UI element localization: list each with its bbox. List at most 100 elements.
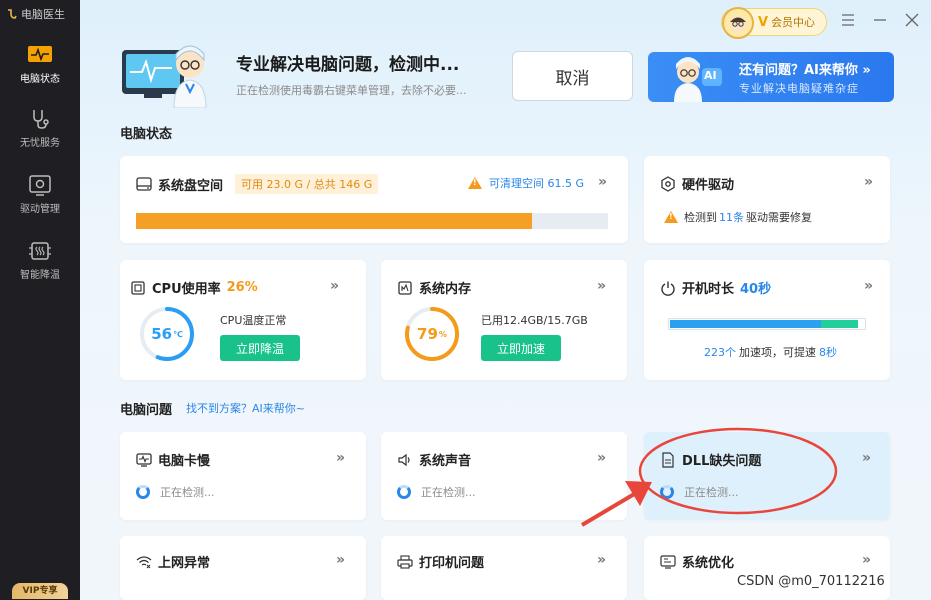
checking-status: 正在检测...	[136, 484, 215, 500]
disk-title: 系统盘空间	[158, 178, 224, 194]
memory-used: 已用12.4GB/15.7GB	[481, 314, 588, 327]
disk-icon	[136, 176, 152, 192]
hardware-desc: 检测到 11条 驱动需要修复	[664, 209, 812, 225]
loading-spinner-icon	[660, 485, 674, 499]
memory-percent-unit: %	[438, 329, 447, 339]
cpu-temp-number: 56	[151, 325, 173, 343]
problem-card-dll[interactable]: DLL缺失问题 » 正在检测...	[644, 432, 890, 520]
close-icon[interactable]	[902, 10, 922, 30]
problem-card-header: DLL缺失问题	[660, 450, 761, 469]
disk-card[interactable]: 系统盘空间 可用 23.0 G / 总共 146 G 可清理空间 61.5 G …	[120, 156, 628, 243]
problem-card-optimize[interactable]: 系统优化 »	[644, 536, 890, 600]
chevron-right-icon[interactable]: »	[862, 450, 871, 466]
sidebar-item-driver[interactable]: 驱动管理	[0, 174, 80, 215]
disk-usage-fill	[136, 213, 533, 229]
memory-card[interactable]: 系统内存 » 79% 已用12.4GB/15.7GB 立即加速	[381, 260, 627, 380]
disk-available-badge: 可用 23.0 G / 总共 146 G	[235, 174, 379, 194]
memory-card-header: 系统内存	[397, 278, 471, 297]
pulse-monitor-icon	[27, 44, 53, 66]
disk-cleanable[interactable]: 可清理空间 61.5 G	[468, 175, 584, 191]
cooling-chip-icon	[27, 240, 53, 262]
loading-spinner-icon	[397, 485, 411, 499]
main-panel: V 会员中心 专业解决电脑问题，检测中... 正在检测使用毒霸右键菜单管理，去除…	[80, 0, 931, 600]
hardware-count: 11条	[719, 211, 744, 224]
problem-card-header: 电脑卡慢	[136, 450, 210, 469]
hardware-card[interactable]: 硬件驱动 » 检测到 11条 驱动需要修复	[644, 156, 890, 243]
boot-card[interactable]: 开机时长 40秒 » 223个 加速项，可提速 8秒	[644, 260, 890, 380]
cpu-temp-gauge: 56 ℃	[138, 305, 196, 363]
problem-card-sound[interactable]: 系统声音 » 正在检测...	[381, 432, 627, 520]
checking-status: 正在检测...	[397, 484, 476, 500]
chevron-right-icon[interactable]: »	[336, 552, 345, 568]
chevron-right-icon[interactable]: »	[597, 450, 606, 466]
speaker-icon	[397, 452, 413, 468]
chevron-right-icon[interactable]: »	[336, 450, 345, 466]
app-logo-icon	[8, 9, 17, 19]
hardware-desc-prefix: 检测到	[684, 211, 717, 224]
ai-help-link[interactable]: 找不到方案？AI来帮你~	[186, 400, 305, 416]
warning-icon	[664, 211, 678, 223]
chevron-right-icon[interactable]: »	[597, 552, 606, 568]
disk-usage-bar	[136, 213, 608, 229]
problem-card-network[interactable]: 上网异常 »	[120, 536, 366, 600]
cpu-card[interactable]: CPU使用率 26% » 56 ℃ CPU温度正常 立即降温	[120, 260, 366, 380]
vip-badge[interactable]: VIP专享	[12, 583, 68, 599]
status-section-title: 电脑状态	[120, 127, 173, 142]
member-center-label: 会员中心	[771, 16, 816, 29]
hardware-card-header: 硬件驱动	[660, 174, 734, 193]
avatar	[722, 7, 754, 39]
app-title: 电脑医生	[6, 6, 65, 22]
disk-cleanable-text: 可清理空间 61.5 G	[489, 177, 585, 190]
hardware-desc-suffix: 驱动需要修复	[746, 211, 812, 224]
menu-icon[interactable]	[838, 10, 858, 30]
problem-card-header: 打印机问题	[397, 552, 484, 571]
problem-card-printer[interactable]: 打印机问题 »	[381, 536, 627, 600]
warning-icon	[468, 177, 482, 189]
ai-help-banner[interactable]: AI 还有问题？AI来帮你 » 专业解决电脑疑难杂症	[648, 52, 894, 102]
sidebar-item-service[interactable]: 无忧服务	[0, 108, 80, 149]
cpu-icon	[130, 280, 146, 296]
cpu-card-header: CPU使用率 26%	[130, 278, 258, 297]
stethoscope-icon	[27, 108, 53, 130]
boot-desc: 223个 加速项，可提速 8秒	[704, 344, 837, 360]
chevron-right-icon[interactable]: »	[330, 278, 339, 294]
cancel-button[interactable]: 取消	[512, 51, 633, 101]
sidebar-item-status[interactable]: 电脑状态	[0, 44, 80, 85]
sidebar-item-label: 驱动管理	[20, 204, 60, 215]
minimize-icon[interactable]	[870, 10, 890, 30]
chevron-right-icon[interactable]: »	[864, 174, 873, 190]
problem-card-slow[interactable]: 电脑卡慢 » 正在检测...	[120, 432, 366, 520]
problems-section-title: 电脑问题	[120, 403, 173, 418]
chevron-right-icon[interactable]: »	[597, 278, 606, 294]
checking-text: 正在检测...	[684, 486, 739, 499]
boot-time: 40秒	[740, 282, 772, 297]
problem-card-header: 系统优化	[660, 552, 734, 571]
vip-v-icon: V	[758, 14, 769, 30]
cpu-temp-unit: ℃	[173, 329, 183, 339]
problem-title: DLL缺失问题	[682, 454, 762, 469]
memory-percent-value: 79%	[403, 305, 461, 363]
problem-title: 电脑卡慢	[158, 454, 211, 469]
cool-down-button[interactable]: 立即降温	[220, 335, 300, 361]
chevron-right-icon[interactable]: »	[862, 552, 871, 568]
member-center-button[interactable]: V 会员中心	[721, 7, 827, 39]
speed-up-button[interactable]: 立即加速	[481, 335, 561, 361]
loading-spinner-icon	[136, 485, 150, 499]
checking-status: 正在检测...	[660, 484, 739, 500]
problem-title: 系统声音	[419, 454, 472, 469]
cpu-status: CPU温度正常	[220, 314, 287, 327]
chevron-right-icon[interactable]: »	[598, 174, 607, 190]
sidebar-item-label: 智能降温	[20, 270, 60, 281]
memory-title: 系统内存	[419, 282, 472, 297]
boot-items-bar	[668, 318, 866, 330]
printer-icon	[397, 554, 413, 570]
chevron-right-icon[interactable]: »	[864, 278, 873, 294]
cpu-title: CPU使用率	[152, 282, 221, 297]
sidebar-item-cooling[interactable]: 智能降温	[0, 240, 80, 281]
scan-progress-text: 正在检测使用毒霸右键菜单管理，去除不必要...	[236, 84, 467, 97]
doctor-illustration	[120, 38, 215, 109]
boot-speedup: 8秒	[819, 346, 837, 359]
problem-card-header: 系统声音	[397, 450, 471, 469]
problem-title: 上网异常	[158, 556, 211, 571]
power-icon	[660, 280, 676, 296]
